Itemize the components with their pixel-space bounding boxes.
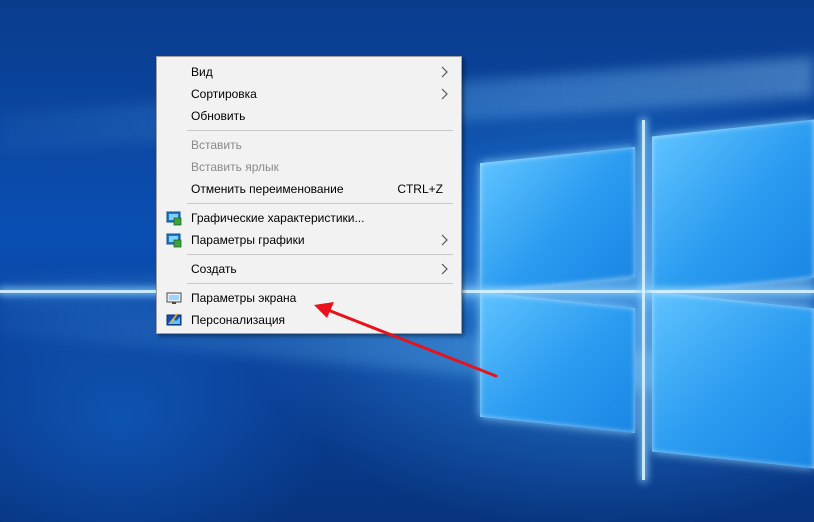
intel-graphics-icon [166, 211, 182, 226]
menu-separator [187, 283, 453, 284]
menu-item-view[interactable]: Вид [157, 61, 461, 83]
menu-item-label: Персонализация [191, 313, 286, 327]
menu-item-paste-shortcut: Вставить ярлык [157, 156, 461, 178]
menu-item-label: Обновить [191, 109, 246, 123]
chevron-right-icon [441, 66, 448, 78]
menu-item-label: Вид [191, 65, 213, 79]
menu-item-label: Параметры экрана [191, 291, 297, 305]
chevron-right-icon [441, 88, 448, 100]
menu-item-label: Отменить переименование [191, 182, 344, 196]
menu-separator [187, 130, 453, 131]
menu-separator [187, 203, 453, 204]
personalization-icon [166, 313, 182, 326]
menu-item-label: Вставить ярлык [191, 160, 279, 174]
chevron-right-icon [441, 263, 448, 275]
menu-item-label: Вставить [191, 138, 242, 152]
menu-item-label: Создать [191, 262, 237, 276]
menu-item-undo-rename[interactable]: Отменить переименование CTRL+Z [157, 178, 461, 200]
menu-item-label: Сортировка [191, 87, 257, 101]
menu-item-paste: Вставить [157, 134, 461, 156]
context-menu: Вид Сортировка Обновить Вставить Вставит… [156, 56, 462, 334]
menu-item-personalization[interactable]: Персонализация [157, 309, 461, 331]
menu-item-new[interactable]: Создать [157, 258, 461, 280]
menu-separator [187, 254, 453, 255]
menu-item-shortcut: CTRL+Z [397, 182, 443, 196]
menu-item-display-settings[interactable]: Параметры экрана [157, 287, 461, 309]
menu-item-refresh[interactable]: Обновить [157, 105, 461, 127]
menu-item-graphics-properties[interactable]: Графические характеристики... [157, 207, 461, 229]
intel-graphics-icon [166, 233, 182, 248]
display-settings-icon [166, 292, 182, 304]
menu-item-graphics-options[interactable]: Параметры графики [157, 229, 461, 251]
chevron-right-icon [441, 234, 448, 246]
menu-item-label: Графические характеристики... [191, 211, 365, 225]
menu-item-label: Параметры графики [191, 233, 305, 247]
menu-item-sort[interactable]: Сортировка [157, 83, 461, 105]
